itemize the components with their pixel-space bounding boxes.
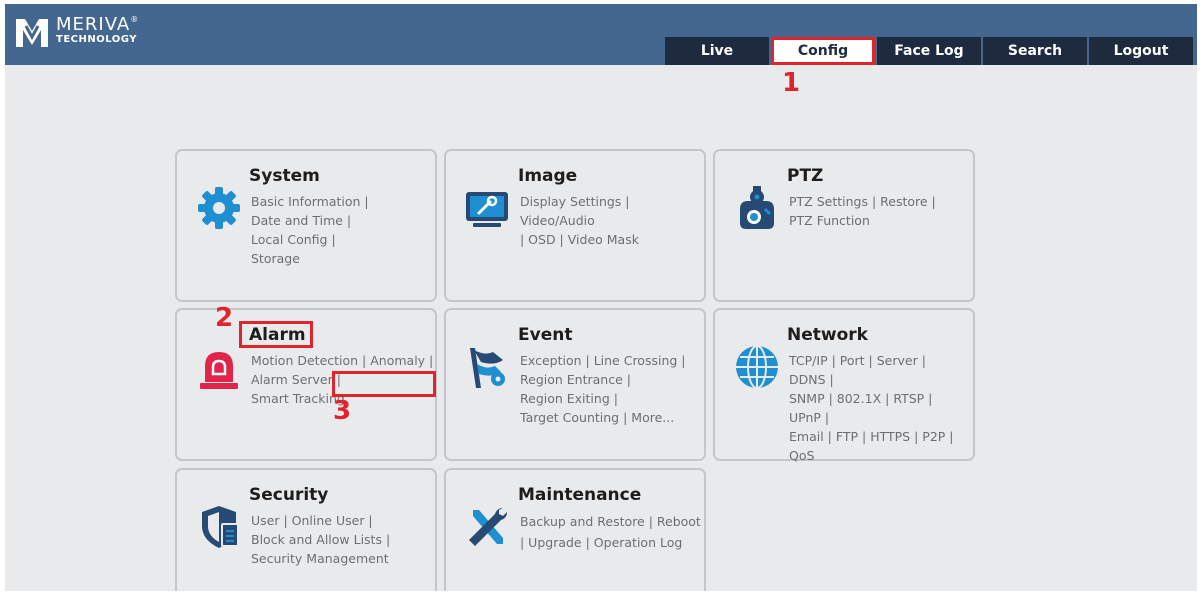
card-title-ptz: PTZ (787, 166, 824, 186)
link-online-user[interactable]: Online User | (292, 513, 373, 528)
link-user[interactable]: User | (251, 513, 288, 528)
card-title-alarm: Alarm (249, 325, 306, 345)
link-local-config[interactable]: Local Config | (251, 232, 336, 247)
link-motion-detection[interactable]: Motion Detection | (251, 353, 366, 368)
link-ddns[interactable]: DDNS | (789, 372, 834, 387)
card-maintenance[interactable]: Maintenance Backup and Restore | Reboot … (444, 468, 706, 591)
step-number-1: 1 (782, 68, 801, 98)
card-system[interactable]: System Basic Information | Date and Time… (175, 149, 437, 302)
card-title-maintenance: Maintenance (518, 485, 642, 505)
card-ptz[interactable]: PTZ PTZ Settings | Restore | PTZ Functio… (713, 149, 975, 302)
link-anomaly[interactable]: Anomaly | (370, 353, 433, 368)
card-title-event: Event (518, 325, 573, 345)
link-region-entrance[interactable]: Region Entrance | (520, 372, 631, 387)
card-network[interactable]: Network TCP/IP | Port | Server | DDNS | … (713, 308, 975, 463)
link-video-mask[interactable]: Video Mask (568, 232, 639, 247)
nav-tab-live[interactable]: Live (665, 37, 769, 65)
gear-icon (194, 183, 244, 233)
link-display-settings[interactable]: Display Settings | (520, 194, 630, 209)
card-image[interactable]: Image Display Settings | Video/Audio | O… (444, 149, 706, 302)
link-operation-log[interactable]: Operation Log (594, 535, 683, 550)
link-email[interactable]: Email | (789, 429, 832, 444)
tools-icon (463, 502, 513, 552)
link-security-management[interactable]: Security Management (251, 551, 389, 566)
link-line-crossing[interactable]: Line Crossing | (594, 353, 686, 368)
link-ptz-function[interactable]: PTZ Function (789, 213, 870, 228)
step-number-3: 3 (333, 396, 352, 426)
card-title-network: Network (787, 325, 868, 345)
card-security[interactable]: Security User | Online User | Block and … (175, 468, 437, 591)
link-exception[interactable]: Exception | (520, 353, 590, 368)
event-flag-icon (463, 342, 513, 392)
link-smart-tracking[interactable]: Smart Tracking (251, 391, 345, 406)
step-number-2: 2 (215, 303, 234, 333)
link-ptz-settings[interactable]: PTZ Settings | (789, 194, 876, 209)
card-title-security: Security (249, 485, 329, 505)
link-snmp[interactable]: SNMP | (789, 391, 833, 406)
meriva-logo-icon (16, 19, 48, 47)
meriva-logo: MERIVA® TECHNOLOGY (14, 16, 139, 50)
config-page: MERIVA® TECHNOLOGY Live Config Face Log … (5, 4, 1197, 591)
link-upnp[interactable]: UPnP | (789, 410, 829, 425)
header-bar: MERIVA® TECHNOLOGY Live Config Face Log … (5, 4, 1197, 65)
nav-tab-face-log[interactable]: Face Log (877, 37, 981, 65)
link-port[interactable]: Port | (840, 353, 873, 368)
nav-tab-logout[interactable]: Logout (1089, 37, 1193, 65)
link-https[interactable]: HTTPS | (870, 429, 918, 444)
top-navigation: Live Config Face Log Search Logout (665, 37, 1193, 65)
link-backup-and-restore[interactable]: Backup and Restore (520, 514, 645, 529)
brand-registered-mark: ® (130, 15, 140, 24)
monitor-icon (463, 183, 513, 233)
link-8021x[interactable]: 802.1X | (837, 391, 890, 406)
link-more[interactable]: More... (631, 410, 674, 425)
link-tcp-ip[interactable]: TCP/IP | (789, 353, 836, 368)
globe-icon (732, 342, 782, 392)
card-title-system: System (249, 166, 320, 186)
link-rtsp[interactable]: RTSP | (893, 391, 932, 406)
link-ftp[interactable]: FTP | (836, 429, 866, 444)
link-restore[interactable]: Restore | (880, 194, 936, 209)
brand-name: MERIVA (56, 14, 131, 35)
link-date-and-time[interactable]: Date and Time | (251, 213, 351, 228)
ptz-camera-icon (732, 183, 782, 233)
link-alarm-server[interactable]: Alarm Server | (251, 372, 341, 387)
shield-document-icon (194, 502, 244, 552)
link-upgrade[interactable]: | Upgrade | (520, 535, 590, 550)
link-storage[interactable]: Storage (251, 251, 300, 266)
link-target-counting[interactable]: Target Counting | (520, 410, 627, 425)
link-p2p[interactable]: P2P | (922, 429, 953, 444)
link-reboot[interactable]: | Reboot (649, 514, 701, 529)
link-osd[interactable]: | OSD | (520, 232, 564, 247)
nav-tab-config[interactable]: Config (771, 37, 875, 65)
nav-tab-search[interactable]: Search (983, 37, 1087, 65)
link-block-and-allow-lists[interactable]: Block and Allow Lists | (251, 532, 390, 547)
brand-subtitle: TECHNOLOGY (56, 34, 137, 45)
link-server[interactable]: Server | (877, 353, 926, 368)
link-video-audio[interactable]: Video/Audio (520, 213, 595, 228)
link-region-exiting[interactable]: Region Exiting | (520, 391, 618, 406)
card-event[interactable]: Event Exception | Line Crossing | Region… (444, 308, 706, 461)
link-qos[interactable]: QoS (789, 448, 814, 463)
link-basic-information[interactable]: Basic Information | (251, 194, 369, 209)
siren-icon (194, 342, 244, 392)
card-title-image: Image (518, 166, 578, 186)
